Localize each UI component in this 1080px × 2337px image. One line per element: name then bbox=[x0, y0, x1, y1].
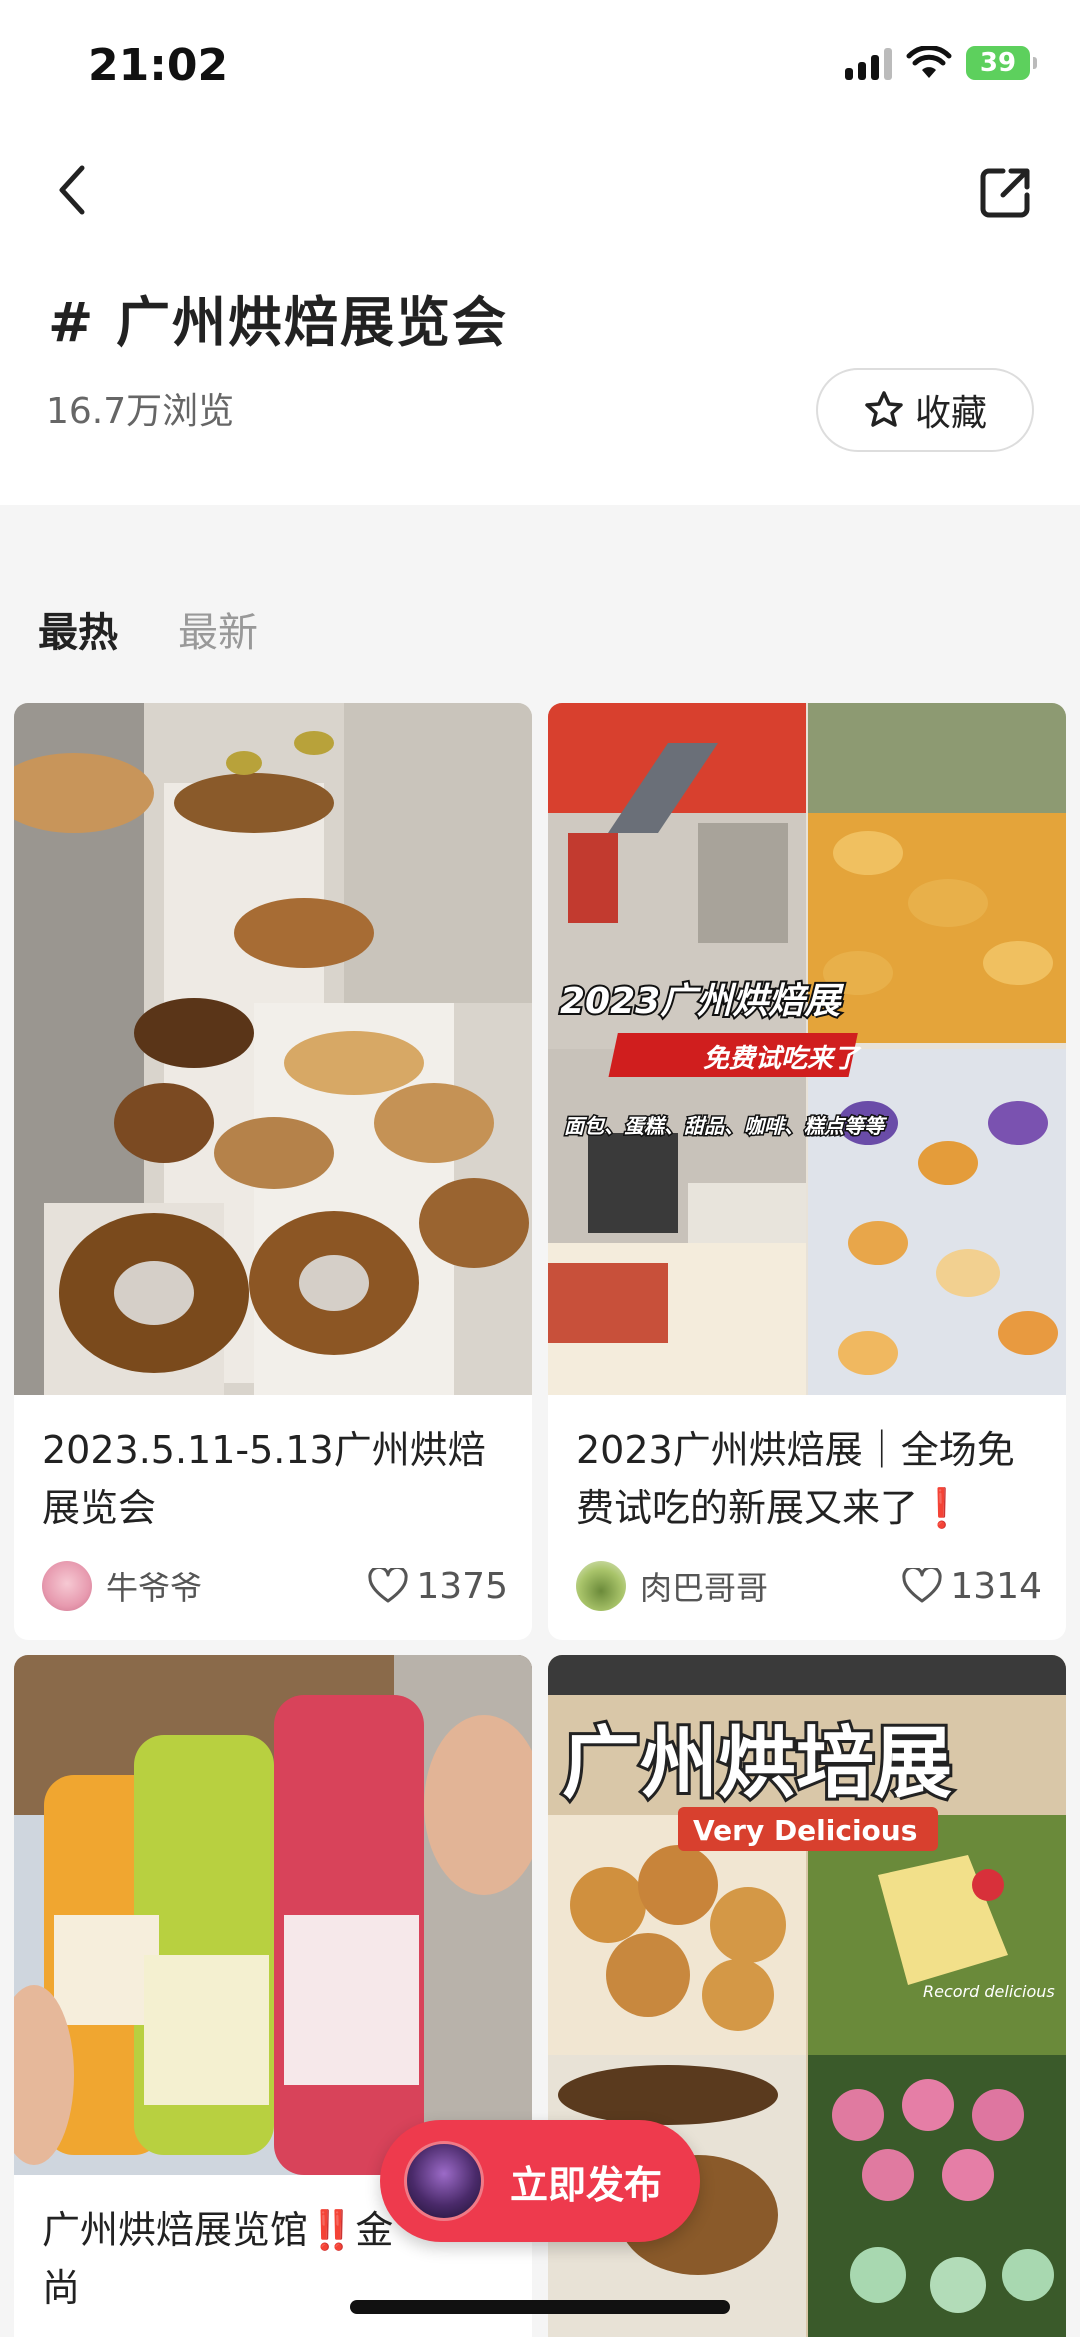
author-name: 肉巴哥哥 bbox=[640, 1569, 769, 1607]
status-time: 21:02 bbox=[88, 40, 229, 91]
post-cover-image bbox=[14, 703, 532, 1395]
battery-icon: 39 bbox=[966, 46, 1037, 80]
post4-overlay-sub: Very Delicious bbox=[693, 1814, 917, 1847]
post-title-tail: 金 bbox=[355, 2208, 394, 2252]
share-icon bbox=[980, 168, 1030, 218]
status-bar: 21:02 39 bbox=[0, 0, 1080, 130]
post-card[interactable]: 2023广州烘焙展 免费试吃来了 面包、蛋糕、甜品、咖啡、糕点等等 2023广州… bbox=[548, 703, 1066, 1640]
post-meta: 肉巴哥哥 1314 bbox=[576, 1559, 1042, 1613]
like-button[interactable]: 1314 bbox=[902, 1566, 1042, 1607]
publish-label: 立即发布 bbox=[510, 2162, 663, 2207]
post4-overlay-caption: Record delicious bbox=[923, 1982, 1055, 2001]
post2-overlay-items: 面包、蛋糕、甜品、咖啡、糕点等等 bbox=[564, 1114, 888, 1138]
back-button[interactable] bbox=[40, 158, 104, 222]
like-count: 1314 bbox=[950, 1565, 1042, 1607]
heart-icon bbox=[902, 1568, 942, 1603]
double-exclamation-icon: ‼️ bbox=[308, 2208, 356, 2252]
wifi-icon bbox=[906, 46, 952, 78]
star-icon bbox=[865, 391, 903, 427]
collect-label: 收藏 bbox=[914, 393, 987, 434]
topic-title: # 广州烘焙展览会 bbox=[48, 291, 509, 354]
post-meta: 牛爷爷 1375 bbox=[42, 1559, 508, 1613]
topic-view-count: 16.7万浏览 bbox=[46, 391, 235, 432]
topic-header: # 广州烘焙展览会 16.7万浏览 收藏 bbox=[0, 130, 1080, 505]
like-button[interactable]: 1375 bbox=[368, 1566, 508, 1607]
avatar bbox=[404, 2141, 484, 2221]
post4-overlay-headline: 广州烘培展 bbox=[562, 1719, 952, 1809]
exclamation-icon: ❗ bbox=[918, 1486, 966, 1530]
collect-button[interactable]: 收藏 bbox=[816, 368, 1034, 452]
home-indicator[interactable] bbox=[350, 2300, 730, 2314]
post-title: 2023.5.11-5.13广州烘焙展览会 bbox=[42, 1428, 486, 1530]
share-button[interactable] bbox=[970, 158, 1040, 228]
post2-overlay-headline: 2023广州烘焙展 bbox=[560, 981, 844, 1022]
post-title: 2023广州烘焙展｜全场免费试吃的新展又来了❗ bbox=[576, 1421, 1042, 1537]
publish-button[interactable]: 立即发布 bbox=[380, 2120, 700, 2242]
post-cover-image: 2023广州烘焙展 免费试吃来了 面包、蛋糕、甜品、咖啡、糕点等等 bbox=[548, 703, 1066, 1395]
cellular-signal-icon bbox=[845, 46, 892, 80]
tab-latest[interactable]: 最新 bbox=[178, 600, 258, 658]
post-title-line2: 尚 bbox=[42, 2266, 81, 2310]
post-card[interactable]: 2023.5.11-5.13广州烘焙展览会 牛爷爷 1375 bbox=[14, 703, 532, 1640]
post-title-text: 广州烘焙展览馆 bbox=[42, 2208, 309, 2252]
heart-icon bbox=[368, 1568, 408, 1603]
battery-level: 39 bbox=[979, 48, 1017, 78]
like-count: 1375 bbox=[416, 1565, 508, 1607]
tab-hottest[interactable]: 最热 bbox=[38, 600, 118, 658]
post2-overlay-sub: 免费试吃来了 bbox=[703, 1044, 862, 1074]
avatar bbox=[42, 1561, 92, 1611]
feed-tabs: 最热 最新 bbox=[0, 520, 1080, 680]
status-icons: 39 bbox=[845, 46, 1037, 80]
avatar bbox=[576, 1561, 626, 1611]
chevron-left-icon bbox=[59, 165, 85, 215]
author-name: 牛爷爷 bbox=[106, 1569, 203, 1607]
post-cover-image bbox=[14, 1655, 532, 2175]
